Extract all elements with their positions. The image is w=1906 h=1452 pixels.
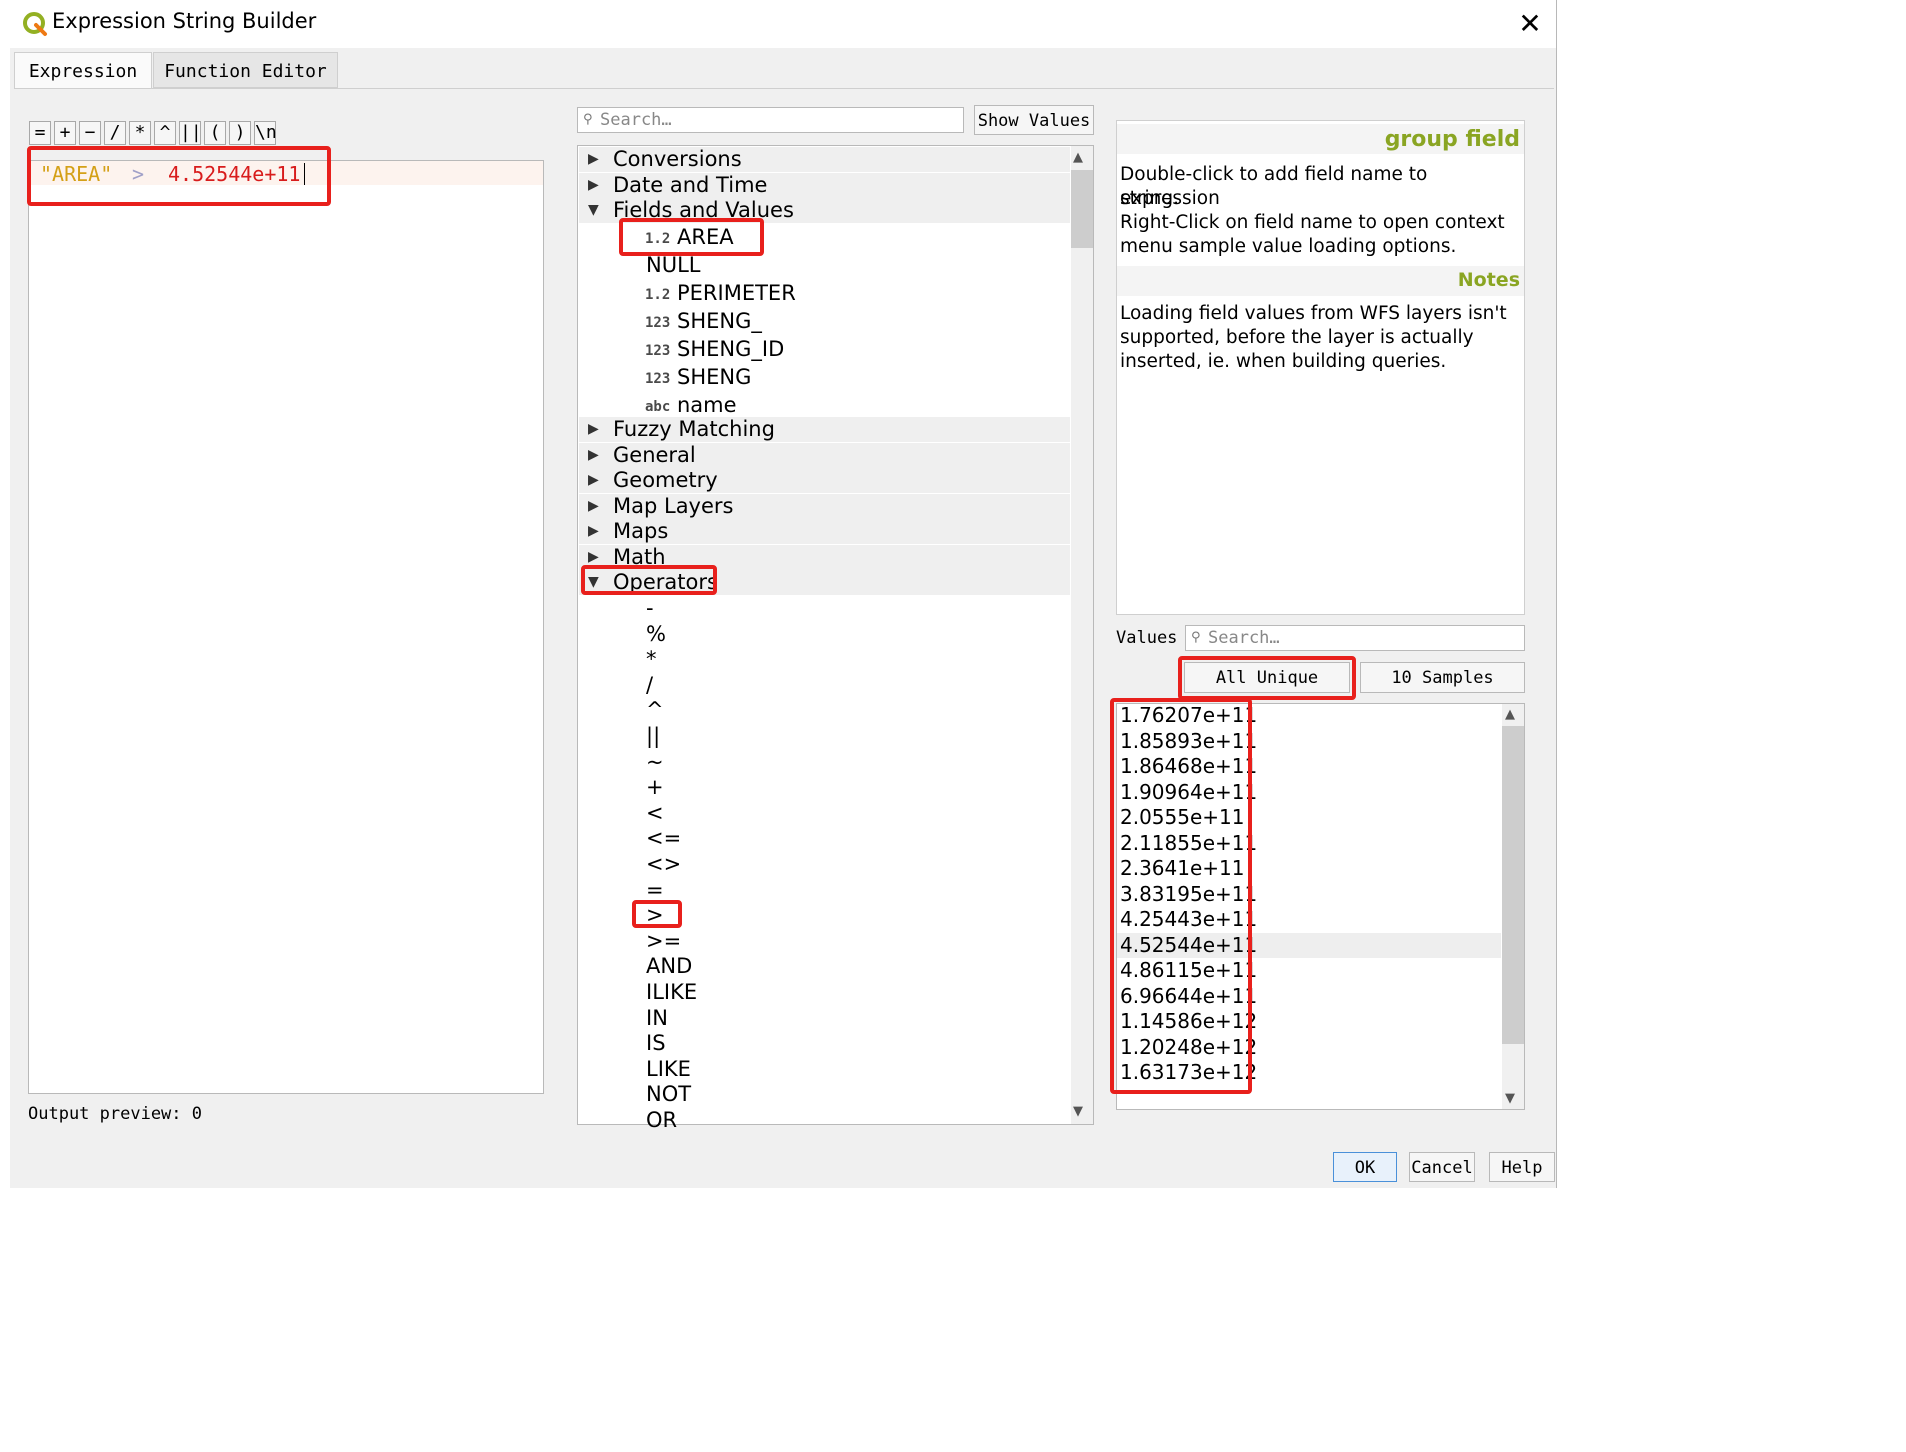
operator-button[interactable]: −	[79, 121, 101, 145]
ok-button[interactable]: OK	[1333, 1152, 1397, 1182]
tree-field-item[interactable]: SHENG_	[677, 309, 762, 334]
tree-operator-item[interactable]: NOT	[646, 1082, 691, 1107]
field-type-badge: abc	[645, 399, 671, 415]
tree-operator-item[interactable]: *	[646, 647, 657, 672]
output-preview: Output preview: 0	[28, 1104, 202, 1124]
tree-operator-item[interactable]: <	[646, 801, 664, 826]
window-title: Expression String Builder	[52, 9, 317, 33]
tree-field-item[interactable]: NULL	[646, 253, 700, 278]
collapsed-arrow-icon[interactable]: ▶	[588, 472, 599, 488]
ten-samples-button[interactable]: 10 Samples	[1360, 662, 1525, 693]
help-title: group field	[1117, 124, 1524, 154]
function-search-input[interactable]: Search…	[577, 107, 964, 133]
scroll-down-icon[interactable]: ▼	[1073, 1104, 1083, 1119]
values-scrollbar-thumb[interactable]	[1502, 726, 1524, 1044]
tree-group-label: Geometry	[613, 468, 718, 492]
tree-operator-item[interactable]: ILIKE	[646, 980, 697, 1005]
field-type-badge: 123	[645, 343, 671, 359]
collapsed-arrow-icon[interactable]: ▶	[588, 523, 599, 539]
search-icon: ⚲	[583, 112, 593, 127]
collapsed-arrow-icon[interactable]: ▶	[588, 498, 599, 514]
field-type-badge: 123	[645, 315, 671, 331]
show-values-button[interactable]: Show Values	[974, 105, 1094, 135]
operator-button[interactable]: +	[54, 121, 76, 145]
collapsed-arrow-icon[interactable]: ▶	[588, 447, 599, 463]
operator-button[interactable]: =	[29, 121, 51, 145]
field-type-badge: 123	[645, 371, 671, 387]
collapsed-arrow-icon[interactable]: ▶	[588, 151, 599, 167]
help-notes-title: Notes	[1117, 266, 1524, 296]
tree-operator-item[interactable]: OR	[646, 1108, 677, 1133]
tree-group-label: General	[613, 442, 696, 467]
operator-button[interactable]: (	[204, 121, 226, 145]
tree-field-item[interactable]: name	[677, 393, 737, 418]
collapsed-arrow-icon[interactable]: ▶	[588, 177, 599, 193]
operator-button[interactable]: )	[229, 121, 251, 145]
tree-field-item[interactable]: SHENG	[677, 365, 751, 390]
search-icon: ⚲	[1191, 630, 1201, 645]
tree-operator-item[interactable]: +	[646, 775, 664, 800]
close-icon[interactable]: ✕	[1512, 6, 1548, 42]
operator-button[interactable]: ^	[154, 121, 176, 145]
tree-operator-item[interactable]: %	[646, 622, 666, 647]
annotation-box-expression	[27, 146, 331, 206]
tree-operator-item[interactable]: AND	[646, 954, 692, 979]
values-label: Values	[1116, 628, 1178, 648]
tab-function-editor[interactable]: Function Editor	[153, 52, 338, 88]
operator-button[interactable]: \n	[254, 121, 277, 145]
tree-group-label: Fuzzy Matching	[613, 417, 775, 441]
operator-button[interactable]: *	[129, 121, 151, 145]
annotation-box-area	[619, 218, 764, 256]
annotation-box-values	[1110, 698, 1252, 1094]
tree-scrollbar[interactable]	[1071, 146, 1093, 1124]
help-body-line: Right-Click on field name to open contex…	[1120, 212, 1505, 233]
annotation-box-all-unique	[1178, 656, 1356, 700]
operator-button[interactable]: /	[104, 121, 126, 145]
tree-operator-item[interactable]: =	[646, 878, 664, 903]
tree-operator-item[interactable]: <=	[646, 826, 681, 851]
help-button[interactable]: Help	[1489, 1152, 1555, 1182]
help-notes-line: supported, before the layer is actually	[1120, 327, 1474, 348]
expanded-arrow-icon[interactable]: ▼	[588, 202, 599, 218]
tree-group-label: Map Layers	[613, 493, 734, 518]
tree-operator-item[interactable]: ||	[646, 724, 660, 749]
help-notes-line: Loading field values from WFS layers isn…	[1120, 303, 1507, 324]
operator-button[interactable]: ||	[179, 121, 202, 145]
values-search-input[interactable]: Search…	[1185, 625, 1525, 651]
annotation-box-operators	[581, 565, 717, 595]
tree-operator-item[interactable]: ~	[646, 750, 664, 775]
tree-operator-item[interactable]: <>	[646, 852, 681, 877]
tree-group-label: Conversions	[613, 147, 742, 171]
qgis-logo-icon	[23, 12, 47, 36]
tree-operator-item[interactable]: IN	[646, 1006, 668, 1031]
help-body-line: string.	[1120, 188, 1179, 209]
tree-group-label: Date and Time	[613, 172, 768, 197]
tree-group-label: Maps	[613, 519, 669, 543]
tree-operator-item[interactable]: IS	[646, 1031, 666, 1056]
tab-expression[interactable]: Expression	[14, 52, 152, 88]
annotation-box-greater-than	[632, 900, 682, 928]
scroll-down-icon[interactable]: ▼	[1505, 1091, 1515, 1106]
help-notes-line: inserted, ie. when building queries.	[1120, 351, 1447, 372]
expression-editor[interactable]	[28, 160, 544, 1094]
tree-operator-item[interactable]: LIKE	[646, 1057, 691, 1082]
tree-operator-item[interactable]: -	[646, 596, 654, 621]
help-body-line: menu sample value loading options.	[1120, 236, 1457, 257]
tree-operator-item[interactable]: /	[646, 673, 653, 698]
cancel-button[interactable]: Cancel	[1409, 1152, 1475, 1182]
tree-field-item[interactable]: SHENG_ID	[677, 337, 784, 362]
collapsed-arrow-icon[interactable]: ▶	[588, 421, 599, 437]
collapsed-arrow-icon[interactable]: ▶	[588, 549, 599, 565]
scroll-up-icon[interactable]: ▲	[1505, 707, 1515, 722]
tree-operator-item[interactable]: >=	[646, 929, 681, 954]
tree-operator-item[interactable]: ^	[646, 698, 664, 723]
tree-scrollbar-thumb[interactable]	[1071, 170, 1093, 248]
scroll-up-icon[interactable]: ▲	[1073, 150, 1083, 165]
field-type-badge: 1.2	[645, 287, 671, 303]
tree-field-item[interactable]: PERIMETER	[677, 281, 796, 306]
